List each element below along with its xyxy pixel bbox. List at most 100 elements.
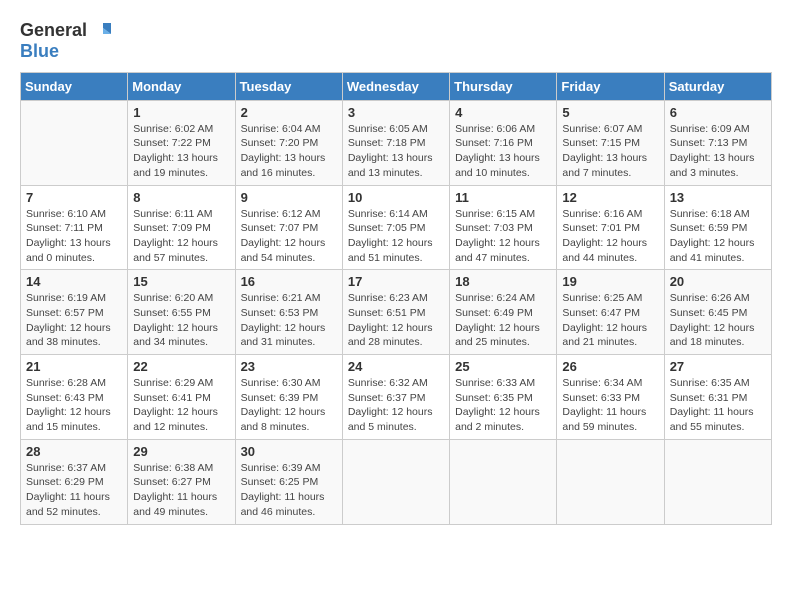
calendar-cell: 21Sunrise: 6:28 AM Sunset: 6:43 PM Dayli… [21, 355, 128, 440]
cell-content: Sunrise: 6:09 AM Sunset: 7:13 PM Dayligh… [670, 122, 766, 181]
calendar-cell [664, 439, 771, 524]
day-number: 16 [241, 274, 337, 289]
cell-content: Sunrise: 6:34 AM Sunset: 6:33 PM Dayligh… [562, 376, 658, 435]
cell-content: Sunrise: 6:12 AM Sunset: 7:07 PM Dayligh… [241, 207, 337, 266]
day-number: 1 [133, 105, 229, 120]
cell-content: Sunrise: 6:26 AM Sunset: 6:45 PM Dayligh… [670, 291, 766, 350]
calendar-cell: 24 Sunrise: 6:32 AM Sunset: 6:37 PM Dayli… [342, 355, 449, 440]
cell-content: Sunrise: 6:11 AM Sunset: 7:09 PM Dayligh… [133, 207, 229, 266]
day-number: 12 [562, 190, 658, 205]
day-number: 5 [562, 105, 658, 120]
cell-content: Sunrise: 6:07 AM Sunset: 7:15 PM Dayligh… [562, 122, 658, 181]
day-number: 6 [670, 105, 766, 120]
day-number: 14 [26, 274, 122, 289]
calendar-cell: 17 Sunrise: 6:23 AM Sunset: 6:51 PM Dayli… [342, 270, 449, 355]
cell-content: Sunrise: 6:16 AM Sunset: 7:01 PM Dayligh… [562, 207, 658, 266]
calendar-cell: 13Sunrise: 6:18 AM Sunset: 6:59 PM Dayli… [664, 185, 771, 270]
calendar-week-row: 14 Sunrise: 6:19 AM Sunset: 6:57 PM Dayli… [21, 270, 772, 355]
calendar-cell: 27Sunrise: 6:35 AM Sunset: 6:31 PM Dayli… [664, 355, 771, 440]
day-number: 8 [133, 190, 229, 205]
cell-content: Sunrise: 6:14 AM Sunset: 7:05 PM Dayligh… [348, 207, 444, 266]
calendar-cell: 14 Sunrise: 6:19 AM Sunset: 6:57 PM Dayli… [21, 270, 128, 355]
calendar-body: 1 Sunrise: 6:02 AM Sunset: 7:22 PM Daylig… [21, 100, 772, 524]
calendar-cell: 22 Sunrise: 6:29 AM Sunset: 6:41 PM Dayli… [128, 355, 235, 440]
cell-content: Sunrise: 6:24 AM Sunset: 6:49 PM Dayligh… [455, 291, 551, 350]
calendar-cell: 18 Sunrise: 6:24 AM Sunset: 6:49 PM Dayli… [450, 270, 557, 355]
day-number: 24 [348, 359, 444, 374]
day-of-week-header: Sunday [21, 72, 128, 100]
day-number: 20 [670, 274, 766, 289]
calendar-cell: 8 Sunrise: 6:11 AM Sunset: 7:09 PM Daylig… [128, 185, 235, 270]
calendar-week-row: 28 Sunrise: 6:37 AM Sunset: 6:29 PM Dayli… [21, 439, 772, 524]
calendar-table: SundayMondayTuesdayWednesdayThursdayFrid… [20, 72, 772, 525]
calendar-cell: 26Sunrise: 6:34 AM Sunset: 6:33 PM Dayli… [557, 355, 664, 440]
header-row: SundayMondayTuesdayWednesdayThursdayFrid… [21, 72, 772, 100]
day-number: 10 [348, 190, 444, 205]
calendar-cell: 6 Sunrise: 6:09 AM Sunset: 7:13 PM Daylig… [664, 100, 771, 185]
calendar-cell: 25Sunrise: 6:33 AM Sunset: 6:35 PM Dayli… [450, 355, 557, 440]
calendar-cell: 15Sunrise: 6:20 AM Sunset: 6:55 PM Dayli… [128, 270, 235, 355]
page-header: General Blue [20, 20, 772, 62]
day-number: 4 [455, 105, 551, 120]
calendar-cell [21, 100, 128, 185]
calendar-cell [557, 439, 664, 524]
day-number: 25 [455, 359, 551, 374]
day-of-week-header: Tuesday [235, 72, 342, 100]
cell-content: Sunrise: 6:19 AM Sunset: 6:57 PM Dayligh… [26, 291, 122, 350]
calendar-cell [342, 439, 449, 524]
cell-content: Sunrise: 6:32 AM Sunset: 6:37 PM Dayligh… [348, 376, 444, 435]
day-number: 11 [455, 190, 551, 205]
cell-content: Sunrise: 6:30 AM Sunset: 6:39 PM Dayligh… [241, 376, 337, 435]
calendar-week-row: 21Sunrise: 6:28 AM Sunset: 6:43 PM Dayli… [21, 355, 772, 440]
calendar-cell: 20 Sunrise: 6:26 AM Sunset: 6:45 PM Dayli… [664, 270, 771, 355]
cell-content: Sunrise: 6:29 AM Sunset: 6:41 PM Dayligh… [133, 376, 229, 435]
calendar-cell: 12 Sunrise: 6:16 AM Sunset: 7:01 PM Dayli… [557, 185, 664, 270]
day-number: 27 [670, 359, 766, 374]
cell-content: Sunrise: 6:05 AM Sunset: 7:18 PM Dayligh… [348, 122, 444, 181]
day-number: 18 [455, 274, 551, 289]
cell-content: Sunrise: 6:15 AM Sunset: 7:03 PM Dayligh… [455, 207, 551, 266]
day-of-week-header: Monday [128, 72, 235, 100]
cell-content: Sunrise: 6:39 AM Sunset: 6:25 PM Dayligh… [241, 461, 337, 520]
cell-content: Sunrise: 6:38 AM Sunset: 6:27 PM Dayligh… [133, 461, 229, 520]
cell-content: Sunrise: 6:23 AM Sunset: 6:51 PM Dayligh… [348, 291, 444, 350]
logo: General Blue [20, 20, 111, 62]
calendar-cell: 9 Sunrise: 6:12 AM Sunset: 7:07 PM Daylig… [235, 185, 342, 270]
calendar-cell: 30 Sunrise: 6:39 AM Sunset: 6:25 PM Dayli… [235, 439, 342, 524]
calendar-cell [450, 439, 557, 524]
day-of-week-header: Thursday [450, 72, 557, 100]
day-number: 28 [26, 444, 122, 459]
cell-content: Sunrise: 6:04 AM Sunset: 7:20 PM Dayligh… [241, 122, 337, 181]
day-number: 22 [133, 359, 229, 374]
day-of-week-header: Saturday [664, 72, 771, 100]
day-number: 17 [348, 274, 444, 289]
cell-content: Sunrise: 6:10 AM Sunset: 7:11 PM Dayligh… [26, 207, 122, 266]
calendar-cell: 5 Sunrise: 6:07 AM Sunset: 7:15 PM Daylig… [557, 100, 664, 185]
cell-content: Sunrise: 6:25 AM Sunset: 6:47 PM Dayligh… [562, 291, 658, 350]
day-number: 2 [241, 105, 337, 120]
calendar-week-row: 7 Sunrise: 6:10 AM Sunset: 7:11 PM Daylig… [21, 185, 772, 270]
day-number: 3 [348, 105, 444, 120]
calendar-cell: 1 Sunrise: 6:02 AM Sunset: 7:22 PM Daylig… [128, 100, 235, 185]
day-number: 7 [26, 190, 122, 205]
day-of-week-header: Friday [557, 72, 664, 100]
cell-content: Sunrise: 6:21 AM Sunset: 6:53 PM Dayligh… [241, 291, 337, 350]
logo-blue-text: Blue [20, 42, 111, 62]
cell-content: Sunrise: 6:37 AM Sunset: 6:29 PM Dayligh… [26, 461, 122, 520]
calendar-cell: 4 Sunrise: 6:06 AM Sunset: 7:16 PM Daylig… [450, 100, 557, 185]
day-number: 9 [241, 190, 337, 205]
day-of-week-header: Wednesday [342, 72, 449, 100]
calendar-cell: 16 Sunrise: 6:21 AM Sunset: 6:53 PM Dayli… [235, 270, 342, 355]
logo-bird-icon [89, 20, 111, 42]
calendar-cell: 28 Sunrise: 6:37 AM Sunset: 6:29 PM Dayli… [21, 439, 128, 524]
calendar-cell: 23Sunrise: 6:30 AM Sunset: 6:39 PM Dayli… [235, 355, 342, 440]
calendar-cell: 11 Sunrise: 6:15 AM Sunset: 7:03 PM Dayli… [450, 185, 557, 270]
day-number: 15 [133, 274, 229, 289]
day-number: 19 [562, 274, 658, 289]
day-number: 30 [241, 444, 337, 459]
day-number: 29 [133, 444, 229, 459]
calendar-cell: 29 Sunrise: 6:38 AM Sunset: 6:27 PM Dayli… [128, 439, 235, 524]
cell-content: Sunrise: 6:06 AM Sunset: 7:16 PM Dayligh… [455, 122, 551, 181]
cell-content: Sunrise: 6:02 AM Sunset: 7:22 PM Dayligh… [133, 122, 229, 181]
calendar-header: SundayMondayTuesdayWednesdayThursdayFrid… [21, 72, 772, 100]
